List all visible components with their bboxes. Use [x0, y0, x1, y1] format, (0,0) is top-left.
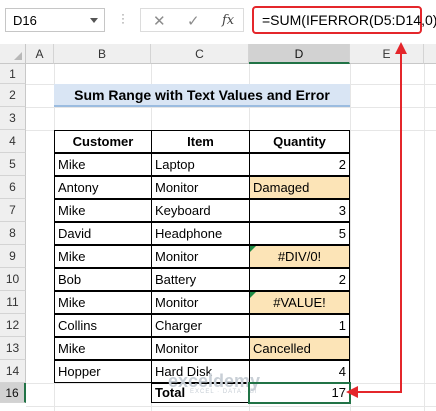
- column-header-c[interactable]: C: [151, 44, 249, 64]
- cell-item[interactable]: Hard Disk: [151, 360, 250, 383]
- header-item: Item: [151, 130, 250, 153]
- cell-item[interactable]: Monitor: [151, 176, 250, 199]
- row-header[interactable]: 12: [0, 314, 26, 337]
- cell-quantity[interactable]: 2: [249, 268, 350, 291]
- formula-input[interactable]: =SUM(IFERROR(D5:D14,0)): [252, 6, 436, 34]
- row-header[interactable]: 16: [0, 383, 26, 403]
- cell-item[interactable]: Monitor: [151, 337, 250, 360]
- column-header-b[interactable]: B: [54, 44, 151, 64]
- cell-customer[interactable]: Bob: [54, 268, 152, 291]
- column-header-partial: [424, 44, 436, 64]
- cell-quantity[interactable]: #VALUE!: [249, 291, 350, 314]
- cell-customer[interactable]: Mike: [54, 245, 152, 268]
- row-header[interactable]: 11: [0, 291, 26, 314]
- header-customer: Customer: [54, 130, 152, 153]
- cell-item[interactable]: Charger: [151, 314, 250, 337]
- cell-customer[interactable]: Mike: [54, 337, 152, 360]
- column-header-a[interactable]: A: [26, 44, 54, 64]
- cancel-icon[interactable]: ✕: [153, 12, 166, 30]
- error-indicator-icon: [250, 292, 256, 298]
- row-header[interactable]: 3: [0, 107, 26, 130]
- chevron-down-icon[interactable]: [90, 18, 98, 23]
- row-header[interactable]: 14: [0, 360, 26, 383]
- column-header-d[interactable]: D: [249, 44, 350, 64]
- column-header-e[interactable]: E: [350, 44, 424, 64]
- error-indicator-icon: [250, 246, 256, 252]
- name-box-value: D16: [13, 13, 37, 28]
- sheet-title: Sum Range with Text Values and Error: [54, 84, 350, 107]
- cell-quantity-text: #DIV/0!: [277, 249, 322, 264]
- formula-buttons: ✕ ✓ fx: [140, 8, 244, 32]
- header-quantity: Quantity: [249, 130, 350, 153]
- cell-item[interactable]: Keyboard: [151, 199, 250, 222]
- total-value-cell[interactable]: 17: [248, 382, 351, 404]
- cell-customer[interactable]: Antony: [54, 176, 152, 199]
- more-dots-icon: · · ·: [121, 7, 125, 29]
- row-header[interactable]: 9: [0, 245, 26, 268]
- cell-item[interactable]: Battery: [151, 268, 250, 291]
- cell-customer[interactable]: Hopper: [54, 360, 152, 383]
- row-header[interactable]: 2: [0, 84, 26, 107]
- row-header[interactable]: 7: [0, 199, 26, 222]
- cell-item[interactable]: Monitor: [151, 245, 250, 268]
- cell-quantity[interactable]: 3: [249, 199, 350, 222]
- cell-quantity[interactable]: 2: [249, 153, 350, 176]
- name-box[interactable]: D16: [5, 8, 105, 32]
- cell-quantity-text: #VALUE!: [273, 295, 326, 310]
- cell-item[interactable]: Headphone: [151, 222, 250, 245]
- cell-customer[interactable]: Mike: [54, 153, 152, 176]
- formula-bar: D16 · · · ✕ ✓ fx =SUM(IFERROR(D5:D14,0)): [0, 0, 436, 40]
- row-header[interactable]: 8: [0, 222, 26, 245]
- cell-item[interactable]: Monitor: [151, 291, 250, 314]
- row-header[interactable]: 4: [0, 130, 26, 153]
- cell-customer[interactable]: Collins: [54, 314, 152, 337]
- cell-quantity[interactable]: Damaged: [249, 176, 350, 199]
- cell-item[interactable]: Laptop: [151, 153, 250, 176]
- cell-quantity[interactable]: #DIV/0!: [249, 245, 350, 268]
- row-header[interactable]: 13: [0, 337, 26, 360]
- row-header[interactable]: 6: [0, 176, 26, 199]
- row-header[interactable]: 10: [0, 268, 26, 291]
- insert-function-icon[interactable]: fx: [222, 13, 234, 28]
- cell-customer[interactable]: Mike: [54, 291, 152, 314]
- enter-icon[interactable]: ✓: [187, 12, 200, 30]
- row-header[interactable]: 1: [0, 64, 26, 84]
- cell-customer[interactable]: Mike: [54, 199, 152, 222]
- cell-customer[interactable]: David: [54, 222, 152, 245]
- formula-text: =SUM(IFERROR(D5:D14,0)): [262, 12, 436, 28]
- cell-quantity[interactable]: 1: [249, 314, 350, 337]
- cell-quantity[interactable]: 4: [249, 360, 350, 383]
- select-all-corner[interactable]: [0, 44, 26, 64]
- cell-quantity[interactable]: Cancelled: [249, 337, 350, 360]
- row-header[interactable]: 5: [0, 153, 26, 176]
- cell-quantity[interactable]: 5: [249, 222, 350, 245]
- total-label[interactable]: Total: [151, 383, 250, 403]
